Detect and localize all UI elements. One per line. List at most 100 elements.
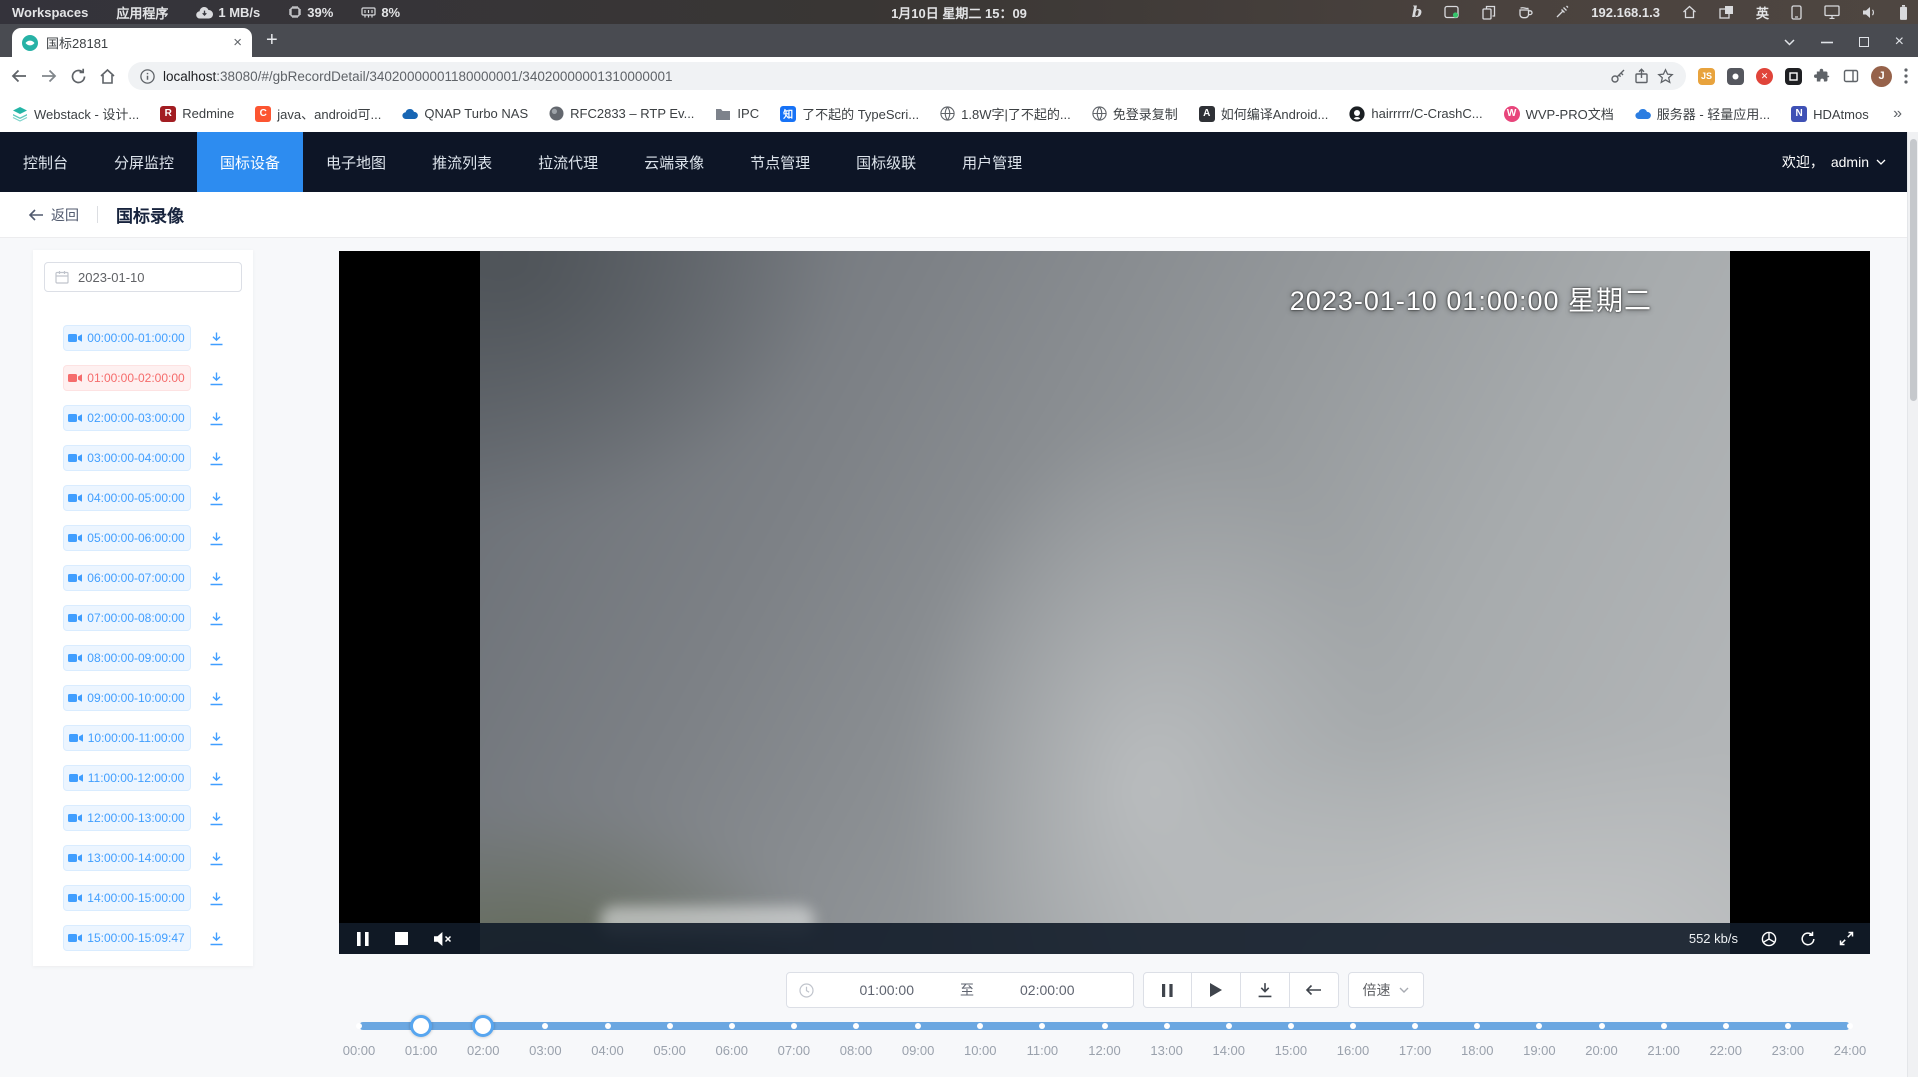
browser-reload-icon[interactable] <box>70 68 87 85</box>
player-stop-icon[interactable] <box>395 932 408 945</box>
time-range-input[interactable]: 01:00:00 至 02:00:00 <box>786 972 1134 1008</box>
nav-item-1[interactable]: 分屏监控 <box>91 132 197 192</box>
cpu-indicator[interactable]: 39% <box>288 5 333 20</box>
applications-button[interactable]: 应用程序 <box>116 3 168 22</box>
window-close-icon[interactable]: × <box>1895 33 1904 51</box>
nav-item-6[interactable]: 云端录像 <box>621 132 727 192</box>
browser-forward-icon[interactable] <box>40 67 58 85</box>
record-download-icon[interactable] <box>209 371 224 386</box>
volume-icon[interactable] <box>1862 6 1877 19</box>
record-download-icon[interactable] <box>209 491 224 506</box>
clipboard-copy-icon[interactable] <box>1482 5 1496 20</box>
nav-item-2[interactable]: 国标设备 <box>197 132 303 192</box>
site-info-icon[interactable] <box>140 69 155 84</box>
bookmark-item[interactable]: RFC2833 – RTP Ev... <box>549 106 694 121</box>
download-button[interactable] <box>1241 972 1290 1008</box>
extension-js-icon[interactable]: JS <box>1698 68 1715 85</box>
record-download-icon[interactable] <box>209 771 224 786</box>
screenshot-icon[interactable] <box>1444 5 1460 19</box>
date-picker-input[interactable]: 2023-01-10 <box>44 262 242 292</box>
record-chip[interactable]: 10:00:00-11:00:00 <box>63 725 191 751</box>
timeline-handle[interactable] <box>410 1015 432 1037</box>
fullscreen-icon[interactable] <box>1839 931 1854 946</box>
browser-tab[interactable]: 国标28181 × <box>12 28 252 57</box>
window-minimize-icon[interactable] <box>1821 41 1833 44</box>
nav-item-7[interactable]: 节点管理 <box>727 132 833 192</box>
ip-address[interactable]: 192.168.1.3 <box>1591 5 1660 20</box>
record-chip[interactable]: 14:00:00-15:00:00 <box>63 885 191 911</box>
record-chip[interactable]: 02:00:00-03:00:00 <box>63 405 191 431</box>
network-indicator[interactable]: 1 MB/s <box>196 5 260 20</box>
nav-item-8[interactable]: 国标级联 <box>833 132 939 192</box>
profile-avatar[interactable]: J <box>1871 66 1892 87</box>
record-download-icon[interactable] <box>209 811 224 826</box>
record-chip[interactable]: 06:00:00-07:00:00 <box>63 565 191 591</box>
nav-item-3[interactable]: 电子地图 <box>303 132 409 192</box>
record-chip[interactable]: 08:00:00-09:00:00 <box>63 645 191 671</box>
tab-search-icon[interactable] <box>1784 39 1795 46</box>
timeline-handle[interactable] <box>472 1015 494 1037</box>
record-download-icon[interactable] <box>209 931 224 946</box>
bookmark-item[interactable]: hairrrrr/C-CrashC... <box>1349 106 1482 122</box>
scrollbar-thumb[interactable] <box>1910 139 1917 401</box>
record-chip[interactable]: 00:00:00-01:00:00 <box>63 325 191 351</box>
clock[interactable]: 1月10日 星期二 15：09 <box>891 3 1027 22</box>
record-chip[interactable]: 04:00:00-05:00:00 <box>63 485 191 511</box>
share-icon[interactable] <box>1634 68 1649 84</box>
address-bar[interactable]: localhost:38080/#/gbRecordDetail/3402000… <box>128 62 1686 90</box>
workspaces-overlap-icon[interactable] <box>1719 5 1734 19</box>
battery-icon[interactable] <box>1899 5 1908 20</box>
pause-button[interactable] <box>1143 972 1192 1008</box>
record-download-icon[interactable] <box>209 891 224 906</box>
record-download-icon[interactable] <box>209 611 224 626</box>
page-scrollbar[interactable] <box>1907 132 1918 1077</box>
bookmark-item[interactable]: NHDAtmos :: 种子 *... <box>1791 104 1872 123</box>
caffeine-cup-icon[interactable] <box>1518 5 1533 19</box>
tab-close-icon[interactable]: × <box>233 34 242 51</box>
record-download-icon[interactable] <box>209 851 224 866</box>
record-download-icon[interactable] <box>209 571 224 586</box>
seek-back-button[interactable] <box>1290 972 1339 1008</box>
nav-item-0[interactable]: 控制台 <box>0 132 91 192</box>
memory-indicator[interactable]: 8% <box>361 5 400 20</box>
bookmark-item[interactable]: 知了不起的 TypeScri... <box>780 104 919 123</box>
play-button[interactable] <box>1192 972 1241 1008</box>
new-tab-button[interactable]: + <box>266 29 278 52</box>
record-download-icon[interactable] <box>209 731 224 746</box>
bookmark-item[interactable]: QNAP Turbo NAS <box>402 106 528 121</box>
record-chip[interactable]: 15:00:00-15:09:47 <box>63 925 191 951</box>
workspaces-button[interactable]: Workspaces <box>12 5 88 20</box>
bookmark-item[interactable]: 1.8W字|了不起的... <box>940 104 1071 123</box>
bookmark-item[interactable]: 免登录复制 <box>1092 104 1178 123</box>
record-chip[interactable]: 13:00:00-14:00:00 <box>63 845 191 871</box>
phone-link-icon[interactable] <box>1791 5 1802 20</box>
player-mute-icon[interactable] <box>434 932 452 946</box>
refresh-icon[interactable] <box>1800 931 1816 947</box>
nav-item-9[interactable]: 用户管理 <box>939 132 1045 192</box>
bookmark-item[interactable]: IPC <box>715 106 759 121</box>
record-download-icon[interactable] <box>209 531 224 546</box>
extensions-puzzle-icon[interactable] <box>1814 68 1831 85</box>
indicator-b-icon[interactable]: b <box>1412 3 1423 21</box>
bookmark-item[interactable]: WWVP-PRO文档 <box>1504 104 1614 123</box>
record-download-icon[interactable] <box>209 651 224 666</box>
password-key-icon[interactable] <box>1610 68 1626 84</box>
back-button[interactable]: 返回 <box>28 205 79 225</box>
input-method-indicator[interactable]: 英 <box>1756 3 1769 22</box>
record-chip[interactable]: 07:00:00-08:00:00 <box>63 605 191 631</box>
home-icon[interactable] <box>1682 5 1697 19</box>
window-restore-icon[interactable] <box>1859 37 1869 47</box>
nav-item-4[interactable]: 推流列表 <box>409 132 515 192</box>
nav-item-5[interactable]: 拉流代理 <box>515 132 621 192</box>
record-chip[interactable]: 05:00:00-06:00:00 <box>63 525 191 551</box>
record-chip[interactable]: 12:00:00-13:00:00 <box>63 805 191 831</box>
speed-dropdown[interactable]: 倍速 <box>1348 972 1424 1008</box>
record-download-icon[interactable] <box>209 411 224 426</box>
extension-dark-icon[interactable] <box>1785 68 1802 85</box>
record-chip[interactable]: 01:00:00-02:00:00 <box>63 365 191 391</box>
bookmarks-overflow-icon[interactable]: » <box>1893 105 1906 123</box>
record-chip[interactable]: 09:00:00-10:00:00 <box>63 685 191 711</box>
bookmark-item[interactable]: 服务器 - 轻量应用... <box>1635 104 1770 123</box>
extension-gray-icon[interactable] <box>1727 68 1744 85</box>
record-download-icon[interactable] <box>209 331 224 346</box>
